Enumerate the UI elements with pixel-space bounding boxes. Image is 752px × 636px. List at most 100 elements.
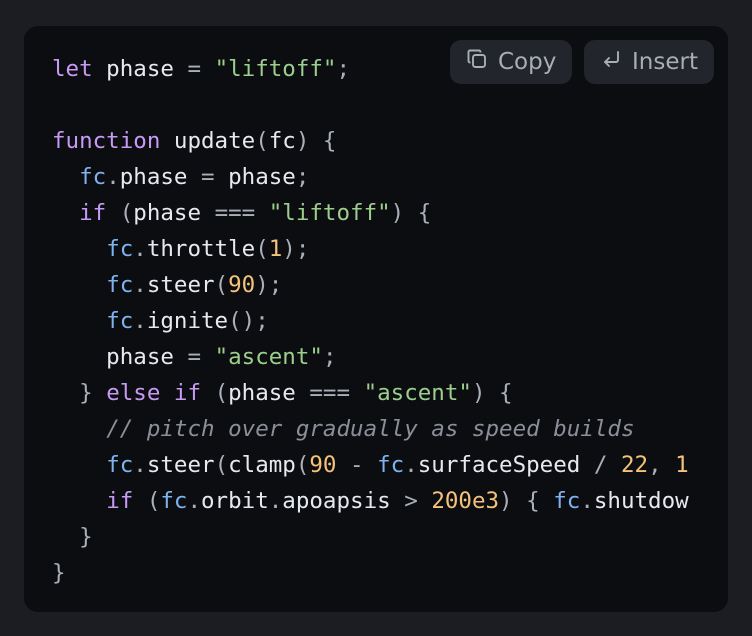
code-token: = (187, 56, 202, 82)
code-token: === (214, 200, 256, 226)
insert-button[interactable]: Insert (584, 40, 714, 84)
code-token: ( (146, 488, 161, 514)
code-token: "ascent" (363, 380, 472, 406)
code-token: > (404, 488, 418, 514)
code-token: 1 (268, 236, 283, 262)
code-token: apoapsis (282, 488, 405, 514)
copy-icon (466, 48, 488, 76)
code-token: steer (146, 272, 215, 298)
code-token: phase (228, 380, 310, 406)
code-line: function update(fc) { (52, 123, 689, 159)
code-token: surfaceSpeed (417, 452, 594, 478)
code-token: "ascent" (214, 344, 323, 370)
code-token: if (106, 488, 134, 514)
code-token: phase (92, 56, 188, 82)
code-token: . (580, 488, 594, 514)
code-token: ( (255, 236, 269, 262)
code-token: } (79, 380, 93, 406)
copy-button[interactable]: Copy (450, 40, 572, 84)
code-token: shutdow (593, 488, 689, 514)
insert-label: Insert (632, 49, 698, 75)
code-token: = (201, 164, 215, 190)
code-token: 200e3 (431, 488, 500, 514)
code-token: phase (133, 200, 215, 226)
code-token: . (268, 488, 283, 514)
code-token: 90 (228, 272, 256, 298)
code-line: fc.steer(clamp(90 - fc.surfaceSpeed / 22… (52, 447, 689, 483)
code-block: let phase = "liftoff"; function update(f… (24, 26, 728, 612)
code-token: fc (106, 308, 134, 334)
code-line: if (fc.orbit.apoapsis > 200e3) { fc.shut… (52, 483, 689, 519)
code-token: "liftoff" (268, 200, 391, 226)
code-token: fc (377, 452, 405, 478)
code-token: ) { (390, 200, 432, 226)
code-token: steer (146, 452, 215, 478)
code-token: fc (106, 272, 134, 298)
code-token: fc (106, 452, 134, 478)
code-token: // pitch over gradually as speed builds (106, 416, 635, 442)
code-token: orbit (201, 488, 269, 514)
code-token: 22 (620, 452, 649, 478)
code-token: } (79, 524, 93, 550)
code-token: === (309, 380, 351, 406)
code-token: . (133, 308, 147, 334)
code-token: throttle (146, 236, 256, 262)
code-token: } (52, 560, 66, 586)
code-token: fc (160, 488, 188, 514)
code-line: } else if (phase === "ascent") { (52, 375, 689, 411)
code-token: (); (228, 308, 269, 334)
code-token: ) { (471, 380, 513, 406)
code-token: ); (255, 272, 283, 298)
code-line: fc.ignite(); (52, 303, 689, 339)
code-line: fc.phase = phase; (52, 159, 689, 195)
code-line: if (phase === "liftoff") { (52, 195, 689, 231)
code-token: . (133, 452, 147, 478)
code-token: . (133, 272, 147, 298)
code-token: fc (79, 164, 107, 190)
code-line: fc.steer(90); (52, 267, 689, 303)
code-line: } (52, 519, 689, 555)
code-line: fc.throttle(1); (52, 231, 689, 267)
code-line: phase = "ascent"; (52, 339, 689, 375)
code-token: 90 (309, 452, 337, 478)
copy-label: Copy (498, 49, 557, 75)
code-token: 1 (675, 452, 689, 478)
code-token: ; (336, 56, 351, 82)
code-token: ( (255, 128, 269, 154)
code-line: // pitch over gradually as speed builds (52, 411, 689, 447)
code-token: else if (106, 380, 202, 406)
code-token: ); (282, 236, 310, 262)
code-token: / (593, 452, 608, 478)
code-token: . (133, 236, 147, 262)
code-token: , (648, 452, 676, 478)
code-token: . (187, 488, 202, 514)
code-toolbar: Copy Insert (450, 40, 714, 84)
code-token: - (350, 452, 364, 478)
code-token: fc (553, 488, 581, 514)
code-token: update (160, 128, 256, 154)
code-token: ; (322, 344, 337, 370)
code-token: ) { (499, 488, 540, 514)
code-token: ( (295, 452, 310, 478)
code-token: fc (268, 128, 296, 154)
